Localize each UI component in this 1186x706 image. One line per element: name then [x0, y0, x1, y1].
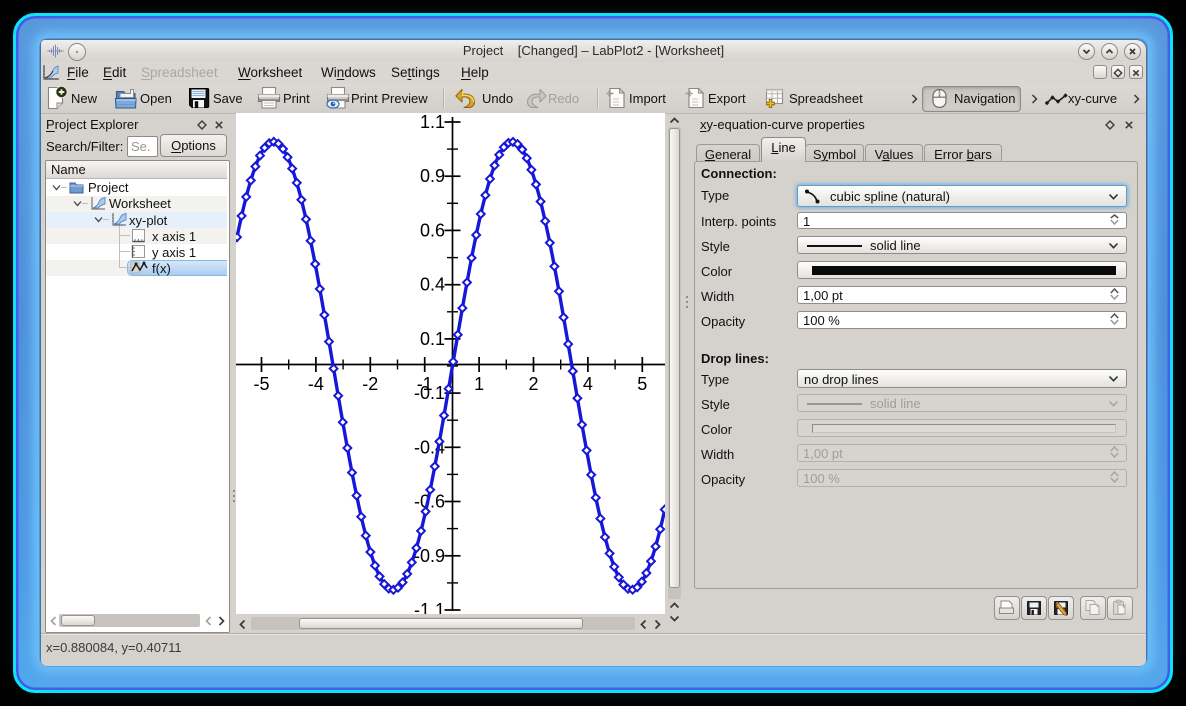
svg-text:1: 1 — [474, 374, 484, 394]
svg-text:0.1: 0.1 — [420, 329, 445, 349]
svg-text:5: 5 — [637, 374, 647, 394]
svg-text:-2: -2 — [362, 374, 378, 394]
svg-text:-1.1: -1.1 — [414, 600, 445, 614]
svg-text:0.9: 0.9 — [420, 166, 445, 186]
svg-text:-0.1: -0.1 — [414, 383, 445, 403]
svg-text:2: 2 — [528, 374, 538, 394]
svg-text:4: 4 — [583, 374, 593, 394]
svg-text:0.6: 0.6 — [420, 220, 445, 240]
svg-text:1.1: 1.1 — [420, 113, 445, 132]
svg-text:0.4: 0.4 — [420, 275, 445, 295]
svg-text:-4: -4 — [308, 374, 324, 394]
svg-text:-5: -5 — [253, 374, 269, 394]
